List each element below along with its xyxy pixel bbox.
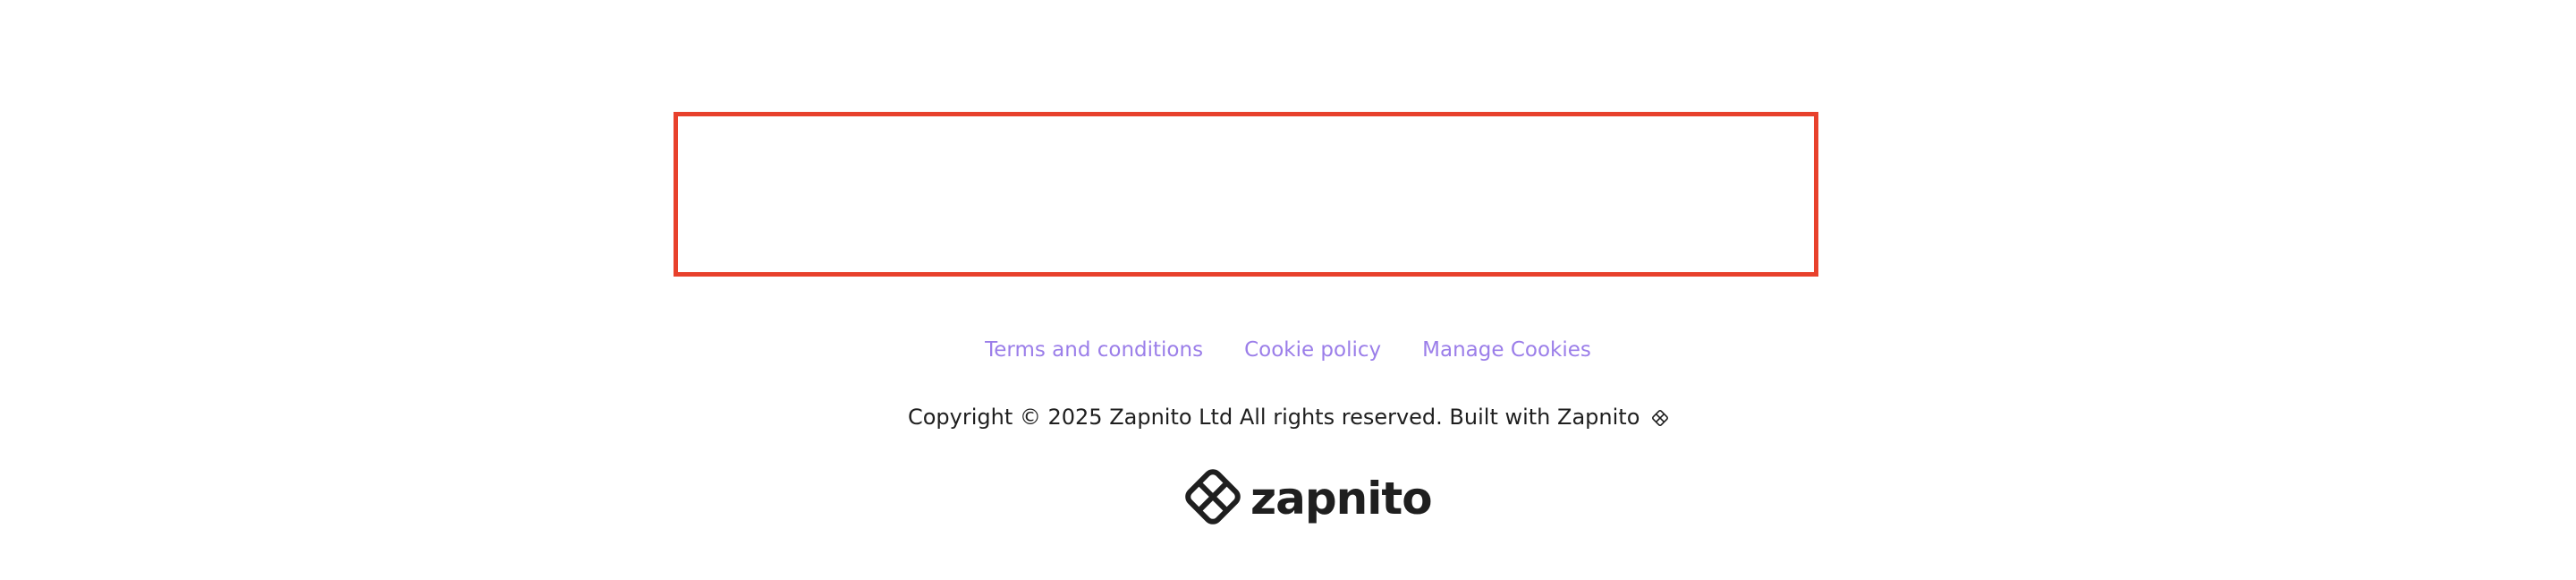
footer-links: Terms and conditions Cookie policy Manag… xyxy=(0,334,2576,366)
zapnito-logo-icon xyxy=(1182,466,1243,531)
manage-cookies-link[interactable]: Manage Cookies xyxy=(1422,334,1591,366)
brand-name: zapnito xyxy=(1250,473,1433,525)
zapnito-mark-icon xyxy=(1652,403,1669,435)
copyright-notice: Copyright © 2025 Zapnito Ltd All rights … xyxy=(0,401,2576,435)
embedded-content-frame xyxy=(674,112,1818,277)
cookie-policy-link[interactable]: Cookie policy xyxy=(1244,334,1381,366)
brand-logo[interactable]: zapnito xyxy=(1182,466,1433,531)
terms-link[interactable]: Terms and conditions xyxy=(985,334,1203,366)
page: Terms and conditions Cookie policy Manag… xyxy=(0,0,2576,580)
copyright-text: Copyright © 2025 Zapnito Ltd All rights … xyxy=(907,405,1640,430)
